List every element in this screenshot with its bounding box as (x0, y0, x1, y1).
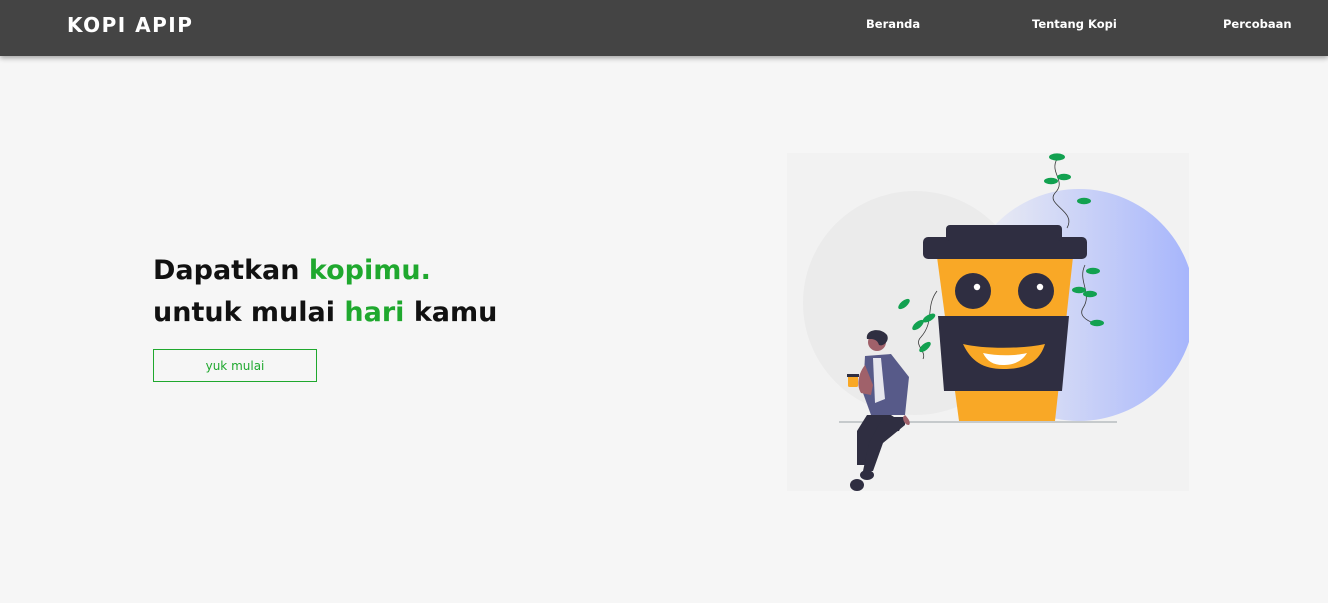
hero-line2-prefix: untuk mulai (153, 297, 345, 328)
coffee-illustration (787, 153, 1189, 491)
nav-link-percobaan[interactable]: Percobaan (1223, 17, 1292, 31)
nav-link-beranda[interactable]: Beranda (866, 17, 920, 31)
navbar: KOPI APIP Beranda Tentang Kopi Percobaan (0, 0, 1328, 56)
brand-logo[interactable]: KOPI APIP (67, 13, 193, 37)
hero-line1-prefix: Dapatkan (153, 255, 309, 286)
yuk-mulai-button[interactable]: yuk mulai (153, 349, 317, 382)
hero-line2-accent: hari (344, 297, 405, 328)
hero-line2-suffix: kamu (404, 297, 498, 328)
nav-link-tentang-kopi[interactable]: Tentang Kopi (1032, 17, 1117, 31)
hero-line1-accent: kopimu. (308, 255, 431, 286)
hero-title: Dapatkan kopimu. untuk mulai hari kamu (153, 250, 497, 334)
